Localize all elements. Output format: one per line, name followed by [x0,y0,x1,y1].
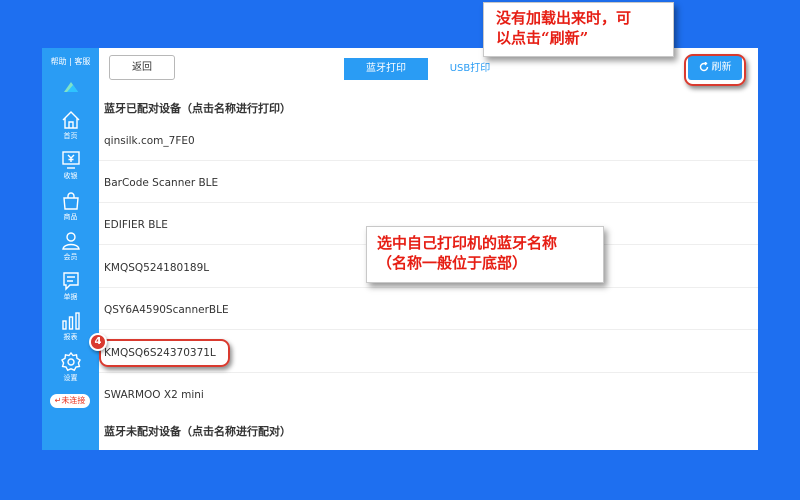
select-printer-callout: 选中自己打印机的蓝牙名称 （名称一般位于底部） [366,226,604,283]
step-number-badge: 4 [89,333,107,351]
cashier-icon [61,151,80,169]
sidebar-item-settings[interactable]: 设置 [42,352,99,390]
connection-status-text: 未连接 [61,396,86,405]
help-separator: | [69,57,72,66]
sidebar-item-cashier[interactable]: 收银 [42,150,99,188]
device-item[interactable]: qinsilk.com_7FE0 [104,135,195,147]
divider [99,287,758,288]
paired-section-title: 蓝牙已配对设备（点击名称进行打印） [104,102,291,115]
device-item[interactable]: SWARMOO X2 mini [104,389,204,401]
sidebar-item-label: 单据 [63,293,78,301]
refresh-tip-callout: 没有加载出来时，可 以点击“刷新” [483,2,674,57]
sidebar-item-label: 收银 [63,172,78,180]
refresh-highlight-box [684,54,746,86]
device-item[interactable]: EDIFIER BLE [104,219,168,231]
device-item[interactable]: BarCode Scanner BLE [104,177,218,189]
callout-text-line: （名称一般位于底部） [377,254,528,272]
divider [99,160,758,161]
sidebar-item-label: 设置 [63,374,78,382]
divider [99,202,758,203]
device-item[interactable]: QSY6A4590ScannerBLE [104,304,229,316]
back-button[interactable]: 返回 [109,55,175,80]
sidebar-item-label: 会员 [63,253,78,261]
service-link[interactable]: 客服 [74,57,90,66]
goods-bag-icon [62,192,79,210]
sidebar-item-home[interactable]: 首页 [42,110,99,148]
sidebar: 帮助 | 客服 首页 收银 商品 会员 单据 报表 设置 ↵未连接 [42,48,99,450]
divider [99,329,758,330]
help-link[interactable]: 帮助 [51,57,67,66]
device-item[interactable]: KMQSQ524180189L [104,262,209,274]
brand-logo-icon [64,82,78,92]
sidebar-item-member[interactable]: 会员 [42,231,99,269]
connection-status-badge[interactable]: ↵未连接 [50,394,90,408]
gear-icon [60,352,81,372]
sidebar-item-receipt[interactable]: 单据 [42,271,99,309]
callout-text-line: 没有加载出来时，可 [496,9,632,27]
tab-usb-print[interactable]: USB打印 [428,58,512,80]
sidebar-item-label: 首页 [63,132,78,140]
tab-bluetooth-print[interactable]: 蓝牙打印 [344,58,428,80]
device-highlight-box [99,339,230,367]
sidebar-item-label: 商品 [63,213,78,221]
receipt-icon [62,272,79,291]
divider [99,372,758,373]
member-icon [61,232,80,250]
help-links: 帮助 | 客服 [42,56,99,67]
unpaired-section-title: 蓝牙未配对设备（点击名称进行配对） [104,425,291,438]
callout-text-line: 以点击“刷新” [496,29,589,47]
callout-text-line: 选中自己打印机的蓝牙名称 [377,234,558,252]
sidebar-item-goods[interactable]: 商品 [42,191,99,229]
home-icon [62,111,79,129]
report-chart-icon [61,312,80,330]
